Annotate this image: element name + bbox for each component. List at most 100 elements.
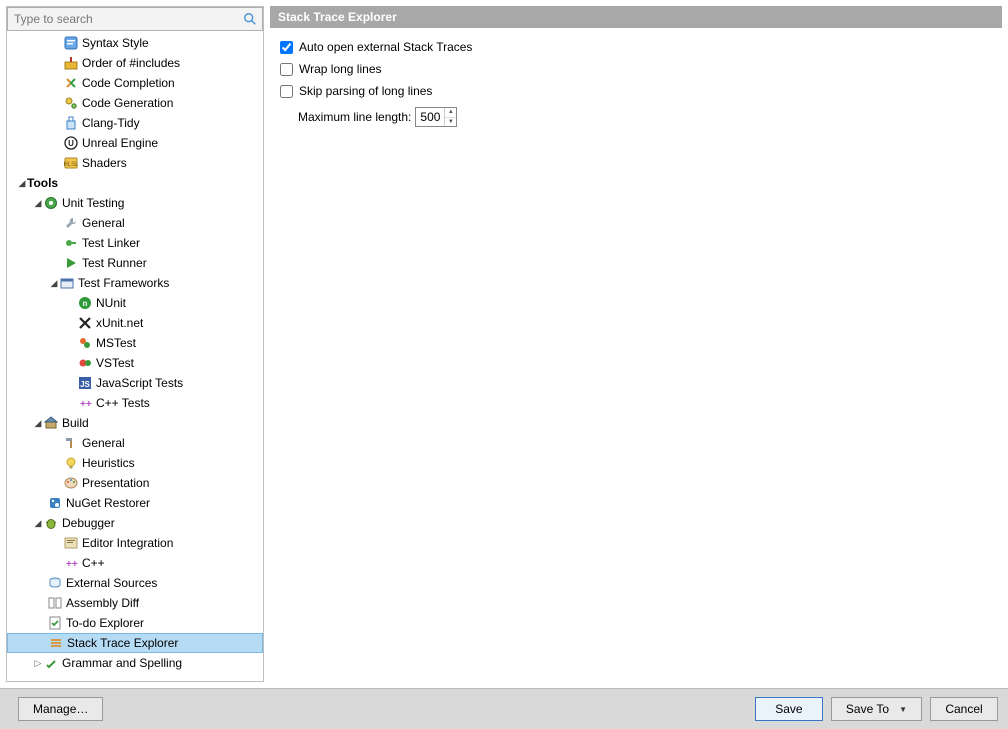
tree-item-shaders[interactable]: HLSL Shaders <box>7 153 263 173</box>
tree-item-order-includes[interactable]: Order of #includes <box>7 53 263 73</box>
wrap-checkbox-row[interactable]: Wrap long lines <box>280 58 992 80</box>
save-to-button[interactable]: Save To ▼ <box>831 697 922 721</box>
tree-label: Tools <box>27 176 58 190</box>
manage-button[interactable]: Manage… <box>18 697 103 721</box>
tree-item-todo-explorer[interactable]: To-do Explorer <box>7 613 263 633</box>
unit-testing-icon <box>43 195 59 211</box>
cpp-plus-icon: ++ <box>63 555 79 571</box>
tree-item-stack-trace-explorer[interactable]: Stack Trace Explorer <box>7 633 263 653</box>
tree-item-grammar-spelling[interactable]: ▷ Grammar and Spelling <box>7 653 263 673</box>
tree-item-build-general[interactable]: General <box>7 433 263 453</box>
tree-item-build[interactable]: ◢ Build <box>7 413 263 433</box>
hammer-icon <box>63 435 79 451</box>
nuget-icon <box>47 495 63 511</box>
tree-item-mstest[interactable]: MSTest <box>7 333 263 353</box>
tree-item-nuget-restorer[interactable]: NuGet Restorer <box>7 493 263 513</box>
tree-item-cpp[interactable]: ++ C++ <box>7 553 263 573</box>
tree-item-code-completion[interactable]: Code Completion <box>7 73 263 93</box>
search-row <box>7 7 263 31</box>
search-input[interactable] <box>8 10 240 28</box>
tree-item-nunit[interactable]: n NUnit <box>7 293 263 313</box>
tree-label: Code Generation <box>82 96 173 110</box>
save-button[interactable]: Save <box>755 697 823 721</box>
skip-checkbox[interactable] <box>280 85 293 98</box>
tree-label: General <box>82 216 125 230</box>
diff-icon <box>47 595 63 611</box>
tree-item-debugger[interactable]: ◢ Debugger <box>7 513 263 533</box>
tree-label: Debugger <box>62 516 115 530</box>
expand-arrow-icon[interactable]: ◢ <box>49 278 59 289</box>
auto-open-checkbox[interactable] <box>280 41 293 54</box>
svg-text:++: ++ <box>80 399 92 410</box>
tree-item-jstests[interactable]: JS JavaScript Tests <box>7 373 263 393</box>
max-line-length-spinner[interactable]: ▲ ▼ <box>415 107 457 127</box>
options-tree[interactable]: Syntax Style Order of #includes Code Com… <box>7 31 263 681</box>
spinner-up-icon[interactable]: ▲ <box>445 108 456 118</box>
grammar-icon <box>43 655 59 671</box>
tree-label: Unit Testing <box>62 196 124 210</box>
todo-icon <box>47 615 63 631</box>
tree-item-test-runner[interactable]: Test Runner <box>7 253 263 273</box>
tree-item-syntax-style[interactable]: Syntax Style <box>7 33 263 53</box>
expand-arrow-icon[interactable]: ◢ <box>33 418 43 429</box>
auto-open-checkbox-row[interactable]: Auto open external Stack Traces <box>280 36 992 58</box>
tree-label: VSTest <box>96 356 134 370</box>
cancel-button[interactable]: Cancel <box>930 697 998 721</box>
bug-icon <box>43 515 59 531</box>
content-panel: Stack Trace Explorer Auto open external … <box>270 6 1002 682</box>
footer: Manage… Save Save To ▼ Cancel <box>0 688 1008 729</box>
external-icon <box>47 575 63 591</box>
tree-item-tools[interactable]: ◢ Tools <box>7 173 263 193</box>
tree-label: General <box>82 436 125 450</box>
nunit-icon: n <box>77 295 93 311</box>
code-completion-icon <box>63 75 79 91</box>
clang-tidy-icon <box>63 115 79 131</box>
tree-label: To-do Explorer <box>66 616 144 630</box>
tree-item-vstest[interactable]: VSTest <box>7 353 263 373</box>
content-body: Auto open external Stack Traces Wrap lon… <box>270 28 1002 682</box>
tree-item-ut-general[interactable]: General <box>7 213 263 233</box>
tree-label: Code Completion <box>82 76 175 90</box>
tree-label: Build <box>62 416 89 430</box>
expand-arrow-icon[interactable]: ◢ <box>33 198 43 209</box>
tree-item-test-frameworks[interactable]: ◢ Test Frameworks <box>7 273 263 293</box>
tree-item-unit-testing[interactable]: ◢ Unit Testing <box>7 193 263 213</box>
wrench-icon <box>63 215 79 231</box>
tree-item-xunit[interactable]: xUnit.net <box>7 313 263 333</box>
tree-item-heuristics[interactable]: Heuristics <box>7 453 263 473</box>
tree-item-external-sources[interactable]: External Sources <box>7 573 263 593</box>
expand-arrow-icon[interactable]: ◢ <box>17 178 27 189</box>
svg-text:n: n <box>83 299 88 308</box>
tree-label: Heuristics <box>82 456 135 470</box>
skip-checkbox-row[interactable]: Skip parsing of long lines <box>280 80 992 102</box>
includes-icon <box>63 55 79 71</box>
tree-item-test-linker[interactable]: Test Linker <box>7 233 263 253</box>
unreal-icon: U <box>63 135 79 151</box>
tree-label: External Sources <box>66 576 157 590</box>
tree-item-assembly-diff[interactable]: Assembly Diff <box>7 593 263 613</box>
tree-label: Test Runner <box>82 256 147 270</box>
editor-icon <box>63 535 79 551</box>
max-line-length-input[interactable] <box>416 108 444 126</box>
expand-arrow-icon[interactable]: ◢ <box>33 518 43 529</box>
tree-item-cpptests[interactable]: ++ C++ Tests <box>7 393 263 413</box>
syntax-style-icon <box>63 35 79 51</box>
wrap-checkbox[interactable] <box>280 63 293 76</box>
tree-item-unreal-engine[interactable]: U Unreal Engine <box>7 133 263 153</box>
xunit-icon <box>77 315 93 331</box>
tree-label: JavaScript Tests <box>96 376 183 390</box>
search-icon[interactable] <box>240 9 260 29</box>
collapse-arrow-icon[interactable]: ▷ <box>33 658 43 669</box>
tree-item-presentation[interactable]: Presentation <box>7 473 263 493</box>
skip-label: Skip parsing of long lines <box>299 84 432 98</box>
tree-label: NuGet Restorer <box>66 496 150 510</box>
tree-label: Test Linker <box>82 236 140 250</box>
tree-item-code-generation[interactable]: Code Generation <box>7 93 263 113</box>
tree-item-clang-tidy[interactable]: Clang-Tidy <box>7 113 263 133</box>
spinner-down-icon[interactable]: ▼ <box>445 118 456 127</box>
palette-icon <box>63 475 79 491</box>
tree-item-editor-integration[interactable]: Editor Integration <box>7 533 263 553</box>
tree-label: C++ Tests <box>96 396 150 410</box>
tree-label: Unreal Engine <box>82 136 158 150</box>
tree-label: xUnit.net <box>96 316 143 330</box>
